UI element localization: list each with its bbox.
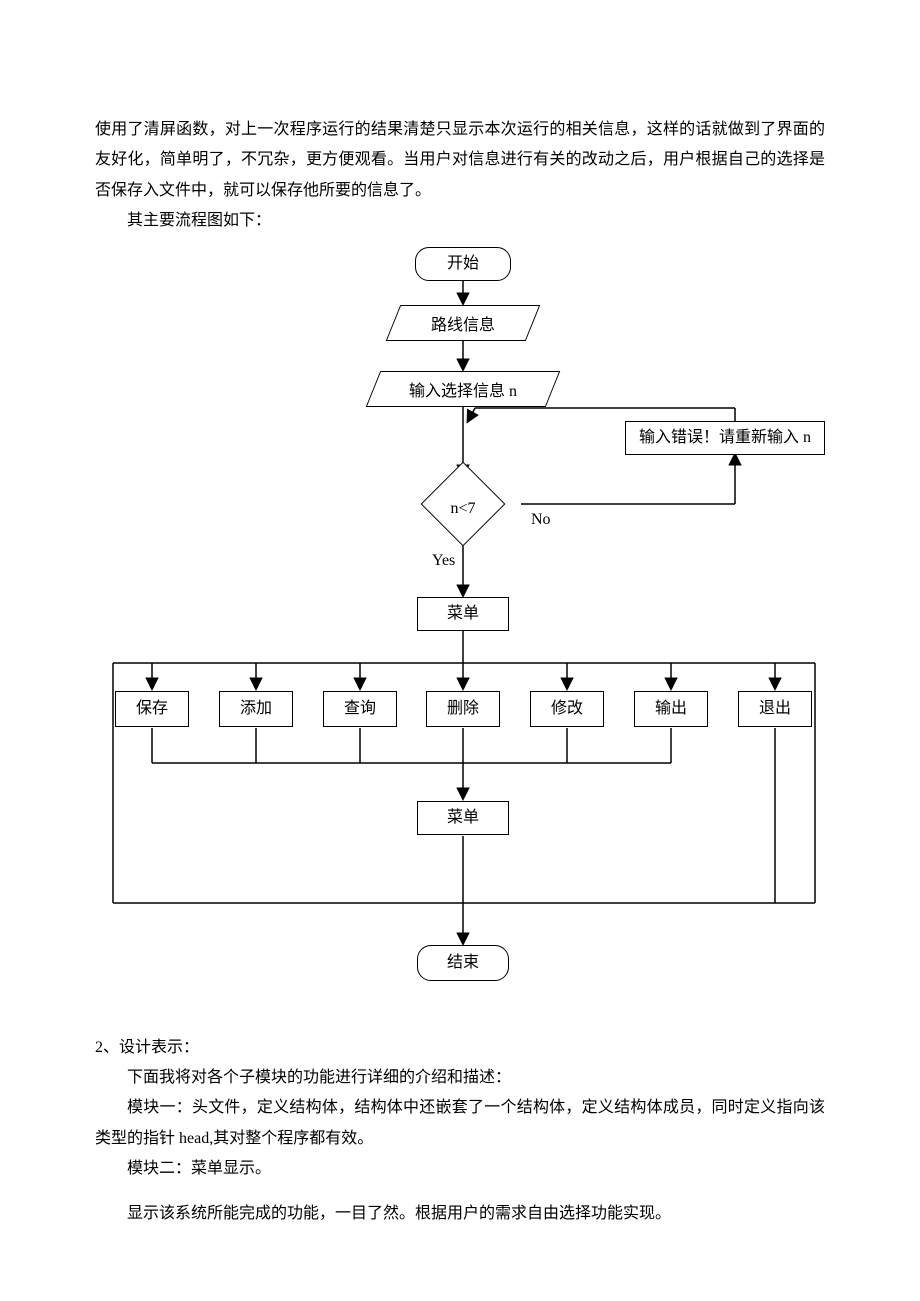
flow-no-label: No: [529, 505, 553, 535]
flow-input-error: 输入错误！请重新输入 n: [625, 421, 825, 455]
flow-decision: n<7: [415, 494, 511, 524]
flow-opt-exit: 退出: [738, 691, 812, 727]
flow-menu1-label: 菜单: [447, 604, 479, 623]
flow-input-select: 输入选择信息 n: [373, 377, 553, 407]
flow-end: 结束: [417, 945, 509, 981]
flow-opt-delete: 删除: [426, 691, 500, 727]
flow-input-select-label: 输入选择信息 n: [409, 383, 517, 400]
section2-p4: 显示该系统所能完成的功能，一目了然。根据用户的需求自由选择功能实现。: [95, 1199, 825, 1229]
section2-p3: 模块二：菜单显示。: [95, 1154, 825, 1184]
flow-end-label: 结束: [447, 953, 479, 972]
flow-menu2-label: 菜单: [447, 808, 479, 827]
flow-opt-save: 保存: [115, 691, 189, 727]
flow-opt-add: 添加: [219, 691, 293, 727]
flow-decision-label: n<7: [450, 500, 475, 517]
flow-route-info: 路线信息: [393, 311, 533, 341]
flow-opt-modify: 修改: [530, 691, 604, 727]
flow-start: 开始: [415, 247, 511, 281]
gap: [95, 1185, 825, 1199]
flow-menu1: 菜单: [417, 597, 509, 631]
section2-heading: 2、设计表示：: [95, 1033, 825, 1063]
flowchart-intro: 其主要流程图如下：: [95, 206, 825, 236]
flow-yes-label: Yes: [430, 546, 457, 576]
intro-paragraph: 使用了清屏函数，对上一次程序运行的结果清楚只显示本次运行的相关信息，这样的话就做…: [95, 115, 825, 206]
page: 使用了清屏函数，对上一次程序运行的结果清楚只显示本次运行的相关信息，这样的话就做…: [0, 0, 920, 1289]
flow-menu2: 菜单: [417, 801, 509, 835]
section2-p2: 模块一：头文件，定义结构体，结构体中还嵌套了一个结构体，定义结构体成员，同时定义…: [95, 1093, 825, 1154]
section2-p1: 下面我将对各个子模块的功能进行详细的介绍和描述：: [95, 1063, 825, 1093]
flowchart: 开始 路线信息 输入选择信息 n 输入错误！请重新输入 n n<7 No Yes…: [95, 243, 825, 1003]
flow-opt-query: 查询: [323, 691, 397, 727]
flow-input-error-label: 输入错误！请重新输入 n: [639, 428, 811, 447]
flow-start-label: 开始: [447, 254, 479, 273]
flow-route-info-label: 路线信息: [431, 317, 495, 334]
flow-opt-output: 输出: [634, 691, 708, 727]
